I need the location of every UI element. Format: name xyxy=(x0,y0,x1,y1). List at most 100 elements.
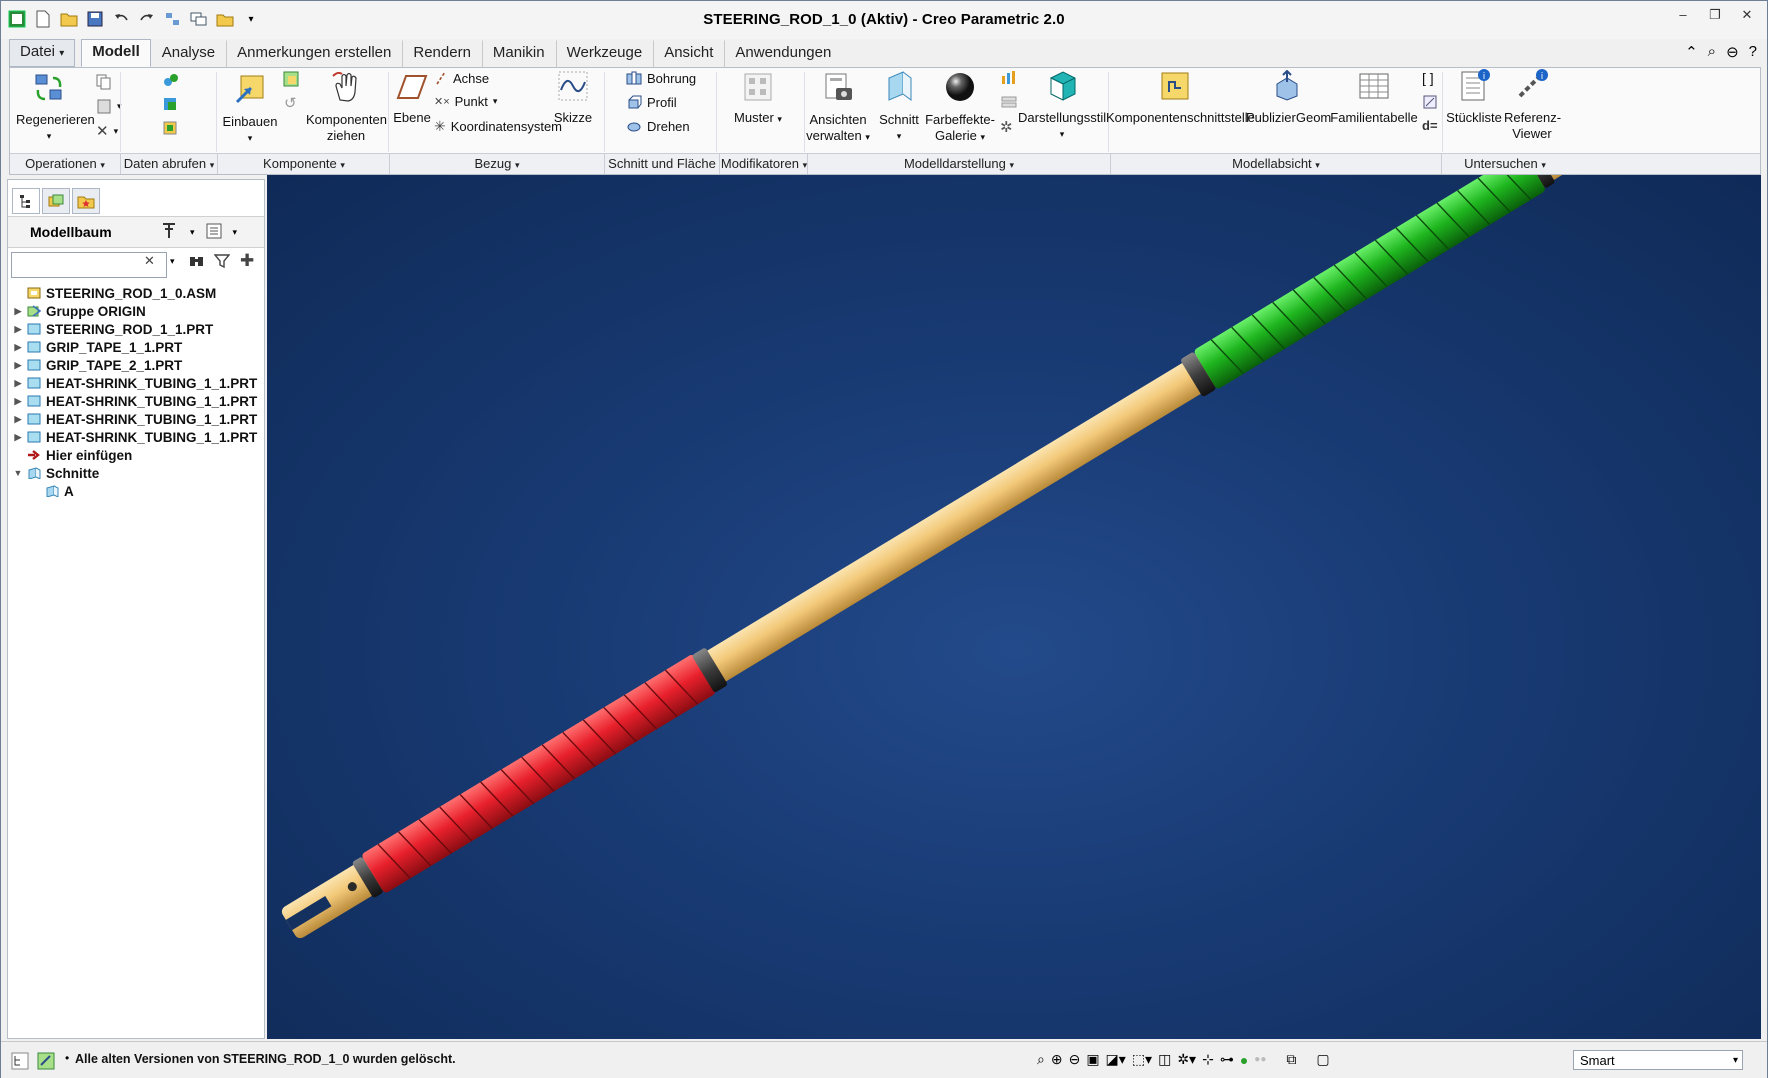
stueckliste-button[interactable]: i Stückliste xyxy=(1442,68,1506,126)
user-defined-feature-button[interactable] xyxy=(162,72,180,88)
tree-toggle[interactable]: ▶ xyxy=(12,306,24,317)
show-button[interactable] xyxy=(205,222,223,243)
tree-settings-button[interactable] xyxy=(160,221,180,244)
saved-orientations-icon[interactable]: ◪▾ xyxy=(1106,1051,1126,1068)
tab-werkzeuge[interactable]: Werkzeuge xyxy=(555,40,654,67)
tab-datei[interactable]: Datei ▾ xyxy=(9,39,76,67)
maximize-icon[interactable]: ❐ xyxy=(1705,7,1725,23)
tab-rendern[interactable]: Rendern xyxy=(402,40,482,67)
tree-toggle[interactable]: ▶ xyxy=(12,414,24,425)
spin-center-icon[interactable]: ⊹ xyxy=(1202,1051,1214,1068)
profil-button[interactable]: Profil xyxy=(626,94,677,110)
group-komponente[interactable]: Komponente ▾ xyxy=(218,156,390,171)
repaint-icon[interactable]: ▣ xyxy=(1086,1051,1099,1068)
komponenten-ziehen-button[interactable]: Komponenten ziehen xyxy=(306,70,387,144)
tree-toggle[interactable]: ▶ xyxy=(12,378,24,389)
drehen-button[interactable]: Drehen xyxy=(626,118,690,134)
select-box-icon[interactable]: ▢ xyxy=(1316,1051,1329,1068)
delete-button[interactable]: ✕ ▾ xyxy=(96,122,118,140)
search-dropdown-icon[interactable]: ▾ xyxy=(170,256,175,267)
parameters-button[interactable] xyxy=(1422,94,1438,110)
group-modellabsicht[interactable]: Modellabsicht ▾ xyxy=(1111,156,1441,171)
einbauen-button[interactable]: Einbauen ▾ xyxy=(222,72,278,146)
punkt-button[interactable]: ✕× Punkt ▾ xyxy=(434,94,497,109)
tab-modell[interactable]: Modell xyxy=(81,39,151,67)
tree-toggle[interactable]: ▶ xyxy=(12,396,24,407)
shrinkwrap-button[interactable] xyxy=(162,120,180,136)
repeat-button[interactable]: ↺ xyxy=(284,94,297,112)
schnitt-button[interactable]: Schnitt ▾ xyxy=(876,70,922,144)
tree-toggle[interactable]: ▶ xyxy=(12,432,24,443)
tree-item-assembly[interactable]: STEERING_ROD_1_0.ASM xyxy=(12,284,264,302)
copy-button[interactable] xyxy=(96,74,112,90)
create-component-button[interactable] xyxy=(282,70,300,88)
darstellungsstil-button[interactable]: Darstellungsstil ▾ xyxy=(1018,68,1106,142)
add-column-icon[interactable]: ✚ xyxy=(240,251,254,271)
community-icon[interactable]: ⊖ xyxy=(1726,43,1739,61)
skizze-button[interactable]: Skizze xyxy=(548,70,598,126)
layers-button[interactable] xyxy=(1000,94,1018,110)
tree-toggle[interactable]: ▶ xyxy=(12,324,24,335)
tab-ansicht[interactable]: Ansicht xyxy=(653,40,724,67)
annotation-display-icon[interactable]: ⊶ xyxy=(1220,1051,1234,1068)
tab-anwendungen[interactable]: Anwendungen xyxy=(724,40,842,67)
tree-toggle[interactable]: ▶ xyxy=(12,360,24,371)
zoom-out-icon[interactable]: ⊖ xyxy=(1069,1051,1081,1068)
named-views-icon[interactable]: ◫ xyxy=(1158,1051,1171,1068)
koordinatensystem-button[interactable]: ✳ Koordinatensystem xyxy=(434,118,562,135)
tree-item-insert-here[interactable]: Hier einfügen xyxy=(12,446,264,464)
achse-button[interactable]: Achse xyxy=(434,70,489,86)
tree-item-part[interactable]: ▶ HEAT-SHRINK_TUBING_1_1.PRT xyxy=(12,428,264,446)
message-area-icon[interactable] xyxy=(37,1052,55,1073)
display-settings-button[interactable] xyxy=(1000,70,1018,86)
zoom-in-icon[interactable]: ⊕ xyxy=(1051,1051,1063,1068)
minimize-icon[interactable]: – xyxy=(1673,7,1693,23)
tab-anmerkungen[interactable]: Anmerkungen erstellen xyxy=(226,40,402,67)
switch-dimensions-button[interactable]: d= xyxy=(1422,118,1438,133)
clear-search-icon[interactable]: ✕ xyxy=(144,253,155,269)
tree-item-sections[interactable]: ▼ Schnitte xyxy=(12,464,264,482)
tree-toggle[interactable]: ▼ xyxy=(12,468,24,478)
familientabelle-button[interactable]: Familientabelle xyxy=(1328,70,1420,126)
tree-item-part[interactable]: ▶ HEAT-SHRINK_TUBING_1_1.PRT xyxy=(12,374,264,392)
model-tree-tab[interactable] xyxy=(12,188,40,214)
search-icon[interactable]: ⌕ xyxy=(1708,43,1716,61)
steering-rod-model[interactable] xyxy=(267,175,1761,1039)
help-icon[interactable]: ? xyxy=(1749,43,1757,61)
tab-analyse[interactable]: Analyse xyxy=(151,40,226,67)
favorites-tab[interactable] xyxy=(72,188,100,214)
copy-geometry-button[interactable] xyxy=(162,96,180,112)
tree-item-part[interactable]: ▶ STEERING_ROD_1_1.PRT xyxy=(12,320,264,338)
group-modifikatoren[interactable]: Modifikatoren ▾ xyxy=(720,156,808,171)
bohrung-button[interactable]: Bohrung xyxy=(626,70,696,86)
farbeffekte-galerie-button[interactable]: Farbeffekte- Galerie ▾ xyxy=(922,70,998,145)
group-modelldarstellung[interactable]: Modelldarstellung ▾ xyxy=(808,156,1110,171)
ebene-button[interactable]: Ebene xyxy=(392,72,432,126)
group-daten-abrufen[interactable]: Daten abrufen ▾ xyxy=(121,156,217,171)
datum-display-icon[interactable]: ✲▾ xyxy=(1177,1051,1196,1068)
graphics-viewport[interactable] xyxy=(267,175,1761,1039)
tree-settings-dropdown[interactable]: ▾ xyxy=(190,227,195,238)
tree-item-group-origin[interactable]: ▶ Gruppe ORIGIN xyxy=(12,302,264,320)
folder-browser-tab[interactable] xyxy=(42,188,70,214)
refit-icon[interactable]: ⌕ xyxy=(1037,1051,1045,1068)
close-icon[interactable]: ✕ xyxy=(1737,7,1757,23)
tree-toggle[interactable]: ▶ xyxy=(12,342,24,353)
tree-item-section-a[interactable]: A xyxy=(12,482,264,500)
publiziergeom-button[interactable]: PublizierGeom xyxy=(1246,69,1331,126)
find-binoculars-icon[interactable]: ⧉ xyxy=(1286,1051,1296,1068)
selection-filter[interactable]: Smart ▾ xyxy=(1573,1050,1743,1070)
komponentenschnittstelle-button[interactable]: Komponentenschnittstelle xyxy=(1106,70,1255,126)
tree-item-part[interactable]: ▶ GRIP_TAPE_1_1.PRT xyxy=(12,338,264,356)
display-style-icon[interactable]: ⬚▾ xyxy=(1132,1051,1152,1068)
paste-button[interactable]: ▾ xyxy=(96,98,122,114)
regenerieren-button[interactable]: Regenerieren ▾ xyxy=(16,72,95,144)
tree-item-part[interactable]: ▶ HEAT-SHRINK_TUBING_1_1.PRT xyxy=(12,410,264,428)
perspective-button[interactable]: ✲ xyxy=(1000,118,1013,136)
tree-toggle-icon[interactable] xyxy=(11,1052,29,1073)
tree-item-part[interactable]: ▶ GRIP_TAPE_2_1.PRT xyxy=(12,356,264,374)
tab-manikin[interactable]: Manikin xyxy=(481,40,556,67)
group-operationen[interactable]: Operationen ▾ xyxy=(10,156,120,171)
referenz-viewer-button[interactable]: i Referenz- Viewer xyxy=(1504,68,1561,142)
muster-button[interactable]: Muster ▾ xyxy=(728,72,788,127)
